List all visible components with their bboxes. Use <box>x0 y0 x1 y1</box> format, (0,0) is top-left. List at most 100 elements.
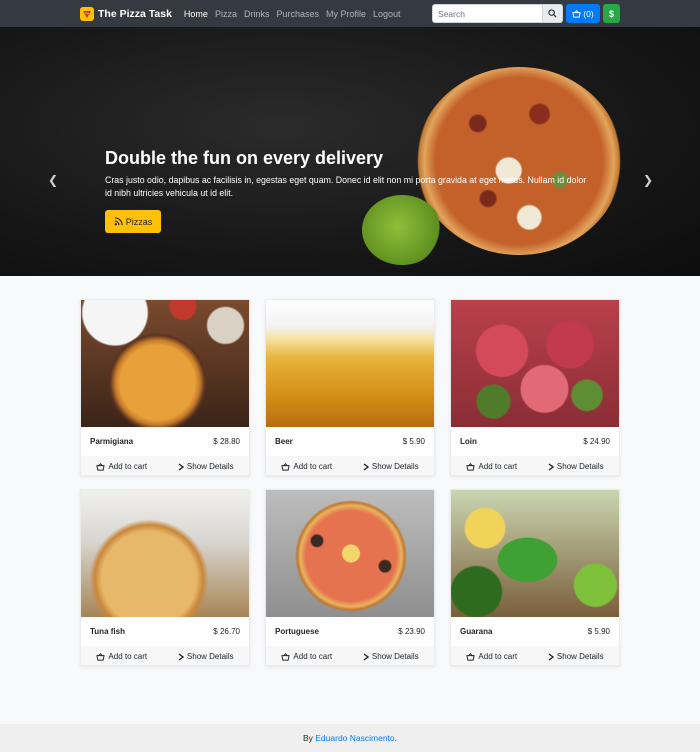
product-name: Beer <box>275 437 293 446</box>
product-price: $ 5.90 <box>587 627 610 636</box>
search-icon <box>548 9 557 18</box>
basket-icon <box>281 462 291 471</box>
chevron-right-small-icon <box>548 652 554 661</box>
add-to-cart-label: Add to cart <box>478 652 518 661</box>
show-details-button[interactable]: Show Details <box>548 652 604 661</box>
author-link[interactable]: Eduardo Nascimento <box>315 733 394 743</box>
product-info: Parmigiana $ 28.80 <box>81 427 249 456</box>
add-to-cart-label: Add to cart <box>108 462 148 471</box>
chevron-right-icon[interactable]: ❯ <box>643 173 653 187</box>
chevron-left-icon[interactable]: ❮ <box>48 173 58 187</box>
product-actions: Add to cart Show Details <box>266 646 434 665</box>
show-details-button[interactable]: Show Details <box>178 652 234 661</box>
product-price: $ 28.80 <box>213 437 240 446</box>
product-actions: Add to cart Show Details <box>81 646 249 665</box>
footer-suffix: . <box>394 733 398 743</box>
product-info: Tuna fish $ 26.70 <box>81 617 249 646</box>
product-card: Parmigiana $ 28.80 Add to cart Show Details <box>80 299 250 476</box>
nav-pizza[interactable]: Pizza <box>215 9 237 19</box>
rss-icon <box>114 217 123 226</box>
product-actions: Add to cart Show Details <box>451 456 619 475</box>
chevron-right-small-icon <box>548 462 554 471</box>
product-name: Loin <box>460 437 477 446</box>
product-card: Loin $ 24.90 Add to cart Show Details <box>450 299 620 476</box>
brand[interactable]: The Pizza Task <box>80 6 172 21</box>
nav-home[interactable]: Home <box>184 9 208 19</box>
add-to-cart-label: Add to cart <box>478 462 518 471</box>
show-details-button[interactable]: Show Details <box>548 462 604 471</box>
product-name: Tuna fish <box>90 627 125 636</box>
brand-name: The Pizza Task <box>98 7 172 20</box>
navbar: The Pizza Task Home Pizza Drinks Purchas… <box>0 0 700 27</box>
currency-button[interactable]: $ <box>603 4 620 23</box>
footer-prefix: By <box>302 733 313 743</box>
show-details-button[interactable]: Show Details <box>178 462 234 471</box>
search-form <box>432 4 563 23</box>
chevron-right-small-icon <box>363 652 369 661</box>
product-info: Beer $ 5.90 <box>266 427 434 456</box>
product-image[interactable] <box>451 490 619 617</box>
show-details-label: Show Details <box>556 462 604 471</box>
show-details-label: Show Details <box>186 652 234 661</box>
product-image[interactable] <box>81 300 249 427</box>
basket-icon <box>96 652 106 661</box>
show-details-button[interactable]: Show Details <box>363 652 419 661</box>
pizza-logo-icon <box>80 6 94 21</box>
nav-drinks[interactable]: Drinks <box>244 9 270 19</box>
product-image[interactable] <box>266 300 434 427</box>
product-price: $ 5.90 <box>402 437 425 446</box>
add-to-cart-button[interactable]: Add to cart <box>281 462 332 471</box>
product-card: Guarana $ 5.90 Add to cart Show Details <box>450 489 620 666</box>
show-details-button[interactable]: Show Details <box>363 462 419 471</box>
product-info: Portuguese $ 23.90 <box>266 617 434 646</box>
hero-text: Cras justo odio, dapibus ac facilisis in… <box>105 175 587 198</box>
page-footer: By Eduardo Nascimento. <box>0 724 700 752</box>
show-details-label: Show Details <box>556 652 604 661</box>
product-image[interactable] <box>81 490 249 617</box>
product-price: $ 26.70 <box>213 627 240 636</box>
chevron-right-small-icon <box>178 462 184 471</box>
cart-count: (0) <box>583 8 594 19</box>
product-card: Portuguese $ 23.90 Add to cart Show Details <box>265 489 435 666</box>
product-actions: Add to cart Show Details <box>81 456 249 475</box>
show-details-label: Show Details <box>186 462 234 471</box>
product-image[interactable] <box>266 490 434 617</box>
add-to-cart-button[interactable]: Add to cart <box>281 652 332 661</box>
chevron-right-small-icon <box>178 652 184 661</box>
product-actions: Add to cart Show Details <box>451 646 619 665</box>
nav-purchases[interactable]: Purchases <box>276 9 319 19</box>
product-price: $ 24.90 <box>583 437 610 446</box>
hero-sauce-image <box>362 195 442 265</box>
add-to-cart-label: Add to cart <box>293 462 333 471</box>
product-name: Guarana <box>460 627 493 636</box>
add-to-cart-button[interactable]: Add to cart <box>96 652 147 661</box>
hero-title: Double the fun on every delivery <box>105 148 384 168</box>
basket-icon <box>572 9 581 18</box>
nav-my-profile[interactable]: My Profile <box>326 9 366 19</box>
search-input[interactable] <box>432 4 543 23</box>
add-to-cart-button[interactable]: Add to cart <box>466 652 517 661</box>
basket-icon <box>96 462 106 471</box>
product-actions: Add to cart Show Details <box>266 456 434 475</box>
pizzas-button-label: Pizzas <box>125 216 153 227</box>
cart-button[interactable]: (0) <box>566 4 600 23</box>
product-card: Tuna fish $ 26.70 Add to cart Show Details <box>80 489 250 666</box>
product-name: Parmigiana <box>90 437 134 446</box>
product-name: Portuguese <box>275 627 320 636</box>
nav-logout[interactable]: Logout <box>373 9 401 19</box>
basket-icon <box>466 652 476 661</box>
show-details-label: Show Details <box>371 462 419 471</box>
product-card: Beer $ 5.90 Add to cart Show Details <box>265 299 435 476</box>
add-to-cart-button[interactable]: Add to cart <box>466 462 517 471</box>
product-info: Guarana $ 5.90 <box>451 617 619 646</box>
pizzas-button[interactable]: Pizzas <box>105 210 161 233</box>
show-details-label: Show Details <box>371 652 419 661</box>
search-button[interactable] <box>543 4 563 23</box>
add-to-cart-label: Add to cart <box>293 652 333 661</box>
product-price: $ 23.90 <box>398 627 425 636</box>
product-image[interactable] <box>451 300 619 427</box>
add-to-cart-button[interactable]: Add to cart <box>96 462 147 471</box>
basket-icon <box>466 462 476 471</box>
product-info: Loin $ 24.90 <box>451 427 619 456</box>
basket-icon <box>281 652 291 661</box>
